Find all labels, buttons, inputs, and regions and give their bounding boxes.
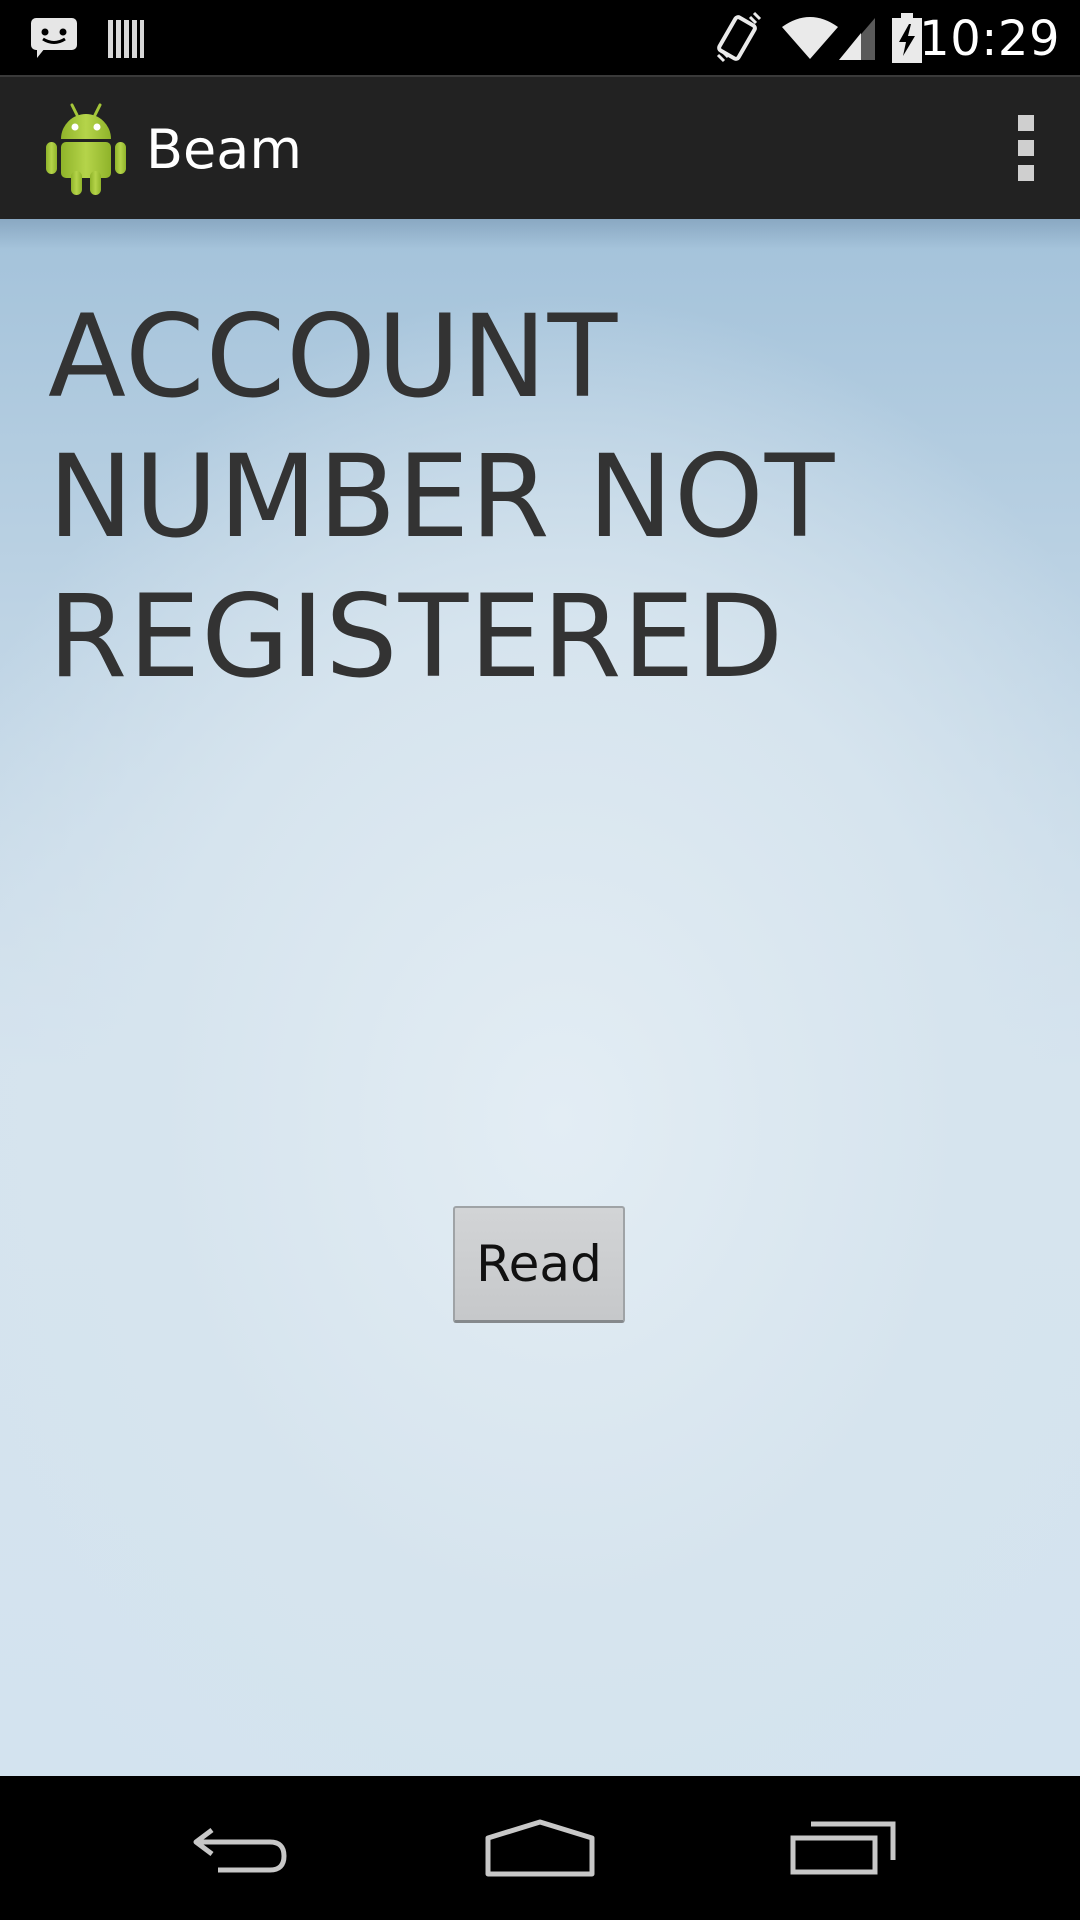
barcode-notification-icon [104, 0, 148, 75]
overflow-dot [1018, 115, 1034, 131]
home-icon[interactable] [440, 1776, 640, 1920]
cell-signal-icon [836, 0, 878, 75]
overflow-dot [1018, 140, 1034, 156]
clock: 10:29 [919, 11, 1060, 67]
android-robot-icon[interactable] [44, 101, 128, 197]
overflow-menu-icon[interactable] [996, 77, 1056, 219]
action-bar: Beam [0, 75, 1080, 219]
main-content: ACCOUNT NUMBER NOT REGISTERED Read [0, 219, 1080, 1776]
app-title: Beam [146, 118, 302, 181]
status-bar: 10:29 [0, 0, 1080, 75]
wifi-icon [780, 0, 840, 75]
navigation-bar [0, 1776, 1080, 1920]
read-button[interactable]: Read [453, 1206, 625, 1323]
screen: 10:29 Beam ACCOUNT NUMBER NOT REGISTERED… [0, 0, 1080, 1920]
back-icon[interactable] [140, 1776, 340, 1920]
vibrate-icon [712, 0, 764, 75]
messaging-notification-icon [28, 0, 80, 75]
status-message: ACCOUNT NUMBER NOT REGISTERED [48, 290, 836, 703]
recent-apps-icon[interactable] [743, 1776, 943, 1920]
overflow-dot [1018, 165, 1034, 181]
